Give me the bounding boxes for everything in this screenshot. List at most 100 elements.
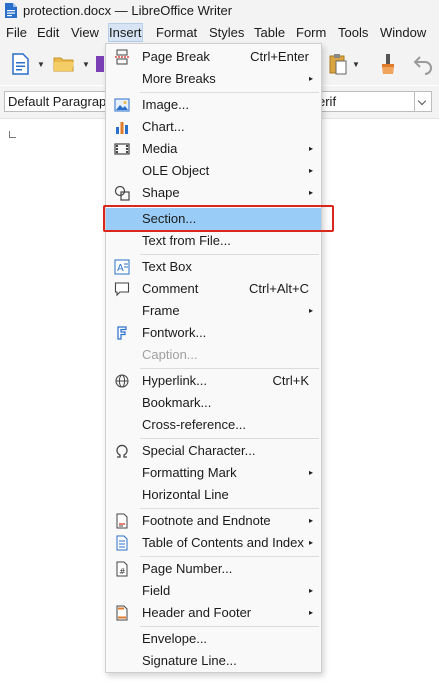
shape-icon	[114, 185, 130, 201]
menu-item-page-number[interactable]: # Page Number...	[106, 558, 321, 580]
menu-separator	[140, 556, 319, 557]
menu-item-caption: Caption...	[106, 344, 321, 366]
menu-item-label: Section...	[142, 211, 197, 226]
menu-tools[interactable]: Tools	[338, 24, 368, 41]
menu-item-envelope[interactable]: Envelope...	[106, 628, 321, 650]
menu-item-cross-reference[interactable]: Cross-reference...	[106, 414, 321, 436]
menu-item-fontwork[interactable]: Fontwork...	[106, 322, 321, 344]
open-dropdown-icon[interactable]: ▼	[82, 60, 90, 69]
menu-item-table-of-contents[interactable]: Table of Contents and Index ▸	[106, 532, 321, 554]
menu-item-footnote-and-endnote[interactable]: Footnote and Endnote ▸	[106, 510, 321, 532]
menu-item-text-from-file[interactable]: Text from File...	[106, 230, 321, 252]
font-name-dropdown-icon[interactable]	[414, 92, 431, 111]
menu-item-signature-line[interactable]: Signature Line...	[106, 650, 321, 672]
menu-file[interactable]: File	[6, 24, 27, 41]
menu-insert[interactable]: Insert	[108, 23, 143, 42]
submenu-arrow-icon: ▸	[308, 188, 313, 197]
menu-item-label: Formatting Mark	[142, 465, 237, 480]
menu-item-label: Table of Contents and Index	[142, 535, 304, 550]
save-icon[interactable]	[96, 52, 104, 76]
shortcut-label: Ctrl+Alt+C	[249, 281, 309, 296]
chart-icon	[116, 122, 128, 134]
image-icon	[114, 98, 130, 112]
menu-table[interactable]: Table	[254, 24, 285, 41]
new-dropdown-icon[interactable]: ▼	[37, 60, 45, 69]
menu-item-section[interactable]: Section...	[106, 208, 321, 230]
menu-bar: File Edit View Insert Format Styles Tabl…	[0, 22, 439, 43]
menu-item-formatting-mark[interactable]: Formatting Mark ▸	[106, 462, 321, 484]
header-footer-icon	[116, 605, 128, 621]
special-character-icon	[116, 444, 128, 458]
menu-form[interactable]: Form	[296, 24, 326, 41]
menu-item-ole-object[interactable]: OLE Object ▸	[106, 160, 321, 182]
submenu-arrow-icon: ▸	[308, 144, 313, 153]
menu-item-label: Special Character...	[142, 443, 256, 458]
menu-item-label: Chart...	[142, 119, 185, 134]
text-box-icon: A	[114, 259, 130, 275]
menu-separator	[140, 368, 319, 369]
menu-item-shape[interactable]: Shape ▸	[106, 182, 321, 204]
menu-window[interactable]: Window	[380, 24, 426, 41]
paste-dropdown-icon[interactable]: ▼	[352, 60, 360, 69]
submenu-arrow-icon: ▸	[308, 306, 313, 315]
menu-item-text-box[interactable]: A Text Box	[106, 256, 321, 278]
menu-item-horizontal-line[interactable]: Horizontal Line	[106, 484, 321, 506]
open-folder-icon[interactable]	[52, 52, 76, 76]
menu-item-media[interactable]: Media ▸	[106, 138, 321, 160]
menu-item-label: Text Box	[142, 259, 192, 274]
text-boundary-corner	[9, 131, 16, 138]
menu-item-header-and-footer[interactable]: Header and Footer ▸	[106, 602, 321, 624]
menu-item-label: OLE Object	[142, 163, 210, 178]
menu-item-label: Page Break	[142, 49, 210, 64]
menu-item-label: Bookmark...	[142, 395, 212, 410]
font-name-box[interactable]: erif	[314, 91, 432, 112]
page-number-icon: #	[116, 561, 128, 577]
footnote-icon	[116, 513, 128, 529]
submenu-arrow-icon: ▸	[308, 468, 313, 477]
menu-item-special-character[interactable]: Special Character...	[106, 440, 321, 462]
submenu-arrow-icon: ▸	[308, 516, 313, 525]
menu-item-label: Fontwork...	[142, 325, 207, 340]
menu-item-frame[interactable]: Frame ▸	[106, 300, 321, 322]
menu-view[interactable]: View	[71, 24, 99, 41]
shortcut-label: Ctrl+Enter	[250, 49, 309, 64]
paragraph-style-box[interactable]: Default Paragrap	[4, 91, 108, 112]
menu-item-label: Hyperlink...	[142, 373, 208, 388]
menu-item-page-break[interactable]: Page Break Ctrl+Enter	[106, 46, 321, 68]
menu-item-hyperlink[interactable]: Hyperlink... Ctrl+K	[106, 370, 321, 392]
menu-edit[interactable]: Edit	[37, 24, 59, 41]
writer-document-icon	[5, 3, 17, 18]
menu-item-chart[interactable]: Chart...	[106, 116, 321, 138]
menu-item-comment[interactable]: Comment Ctrl+Alt+C	[106, 278, 321, 300]
paragraph-style-value: Default Paragrap	[8, 94, 107, 109]
menu-item-image[interactable]: Image...	[106, 94, 321, 116]
hyperlink-icon	[115, 374, 129, 388]
menu-separator	[140, 508, 319, 509]
paste-icon[interactable]	[326, 52, 350, 76]
menu-item-label: Page Number...	[142, 561, 233, 576]
menu-separator	[140, 206, 319, 207]
submenu-arrow-icon: ▸	[308, 538, 313, 547]
clone-formatting-icon[interactable]	[376, 52, 400, 76]
menu-item-bookmark[interactable]: Bookmark...	[106, 392, 321, 414]
fontwork-icon	[117, 326, 127, 340]
shortcut-label: Ctrl+K	[272, 373, 309, 388]
title-bar: protection.docx — LibreOffice Writer	[0, 0, 439, 22]
new-document-icon[interactable]	[8, 52, 32, 76]
undo-icon[interactable]	[411, 52, 435, 76]
submenu-arrow-icon: ▸	[308, 608, 313, 617]
menu-item-label: Media	[142, 141, 178, 156]
menu-item-label: Signature Line...	[142, 653, 237, 668]
menu-item-label: More Breaks	[142, 71, 216, 86]
menu-item-more-breaks[interactable]: More Breaks ▸	[106, 68, 321, 90]
menu-format[interactable]: Format	[156, 24, 197, 41]
menu-item-label: Image...	[142, 97, 189, 112]
menu-separator	[140, 626, 319, 627]
comment-icon	[114, 282, 130, 297]
menu-item-label: Field	[142, 583, 171, 598]
menu-item-label: Cross-reference...	[142, 417, 247, 432]
menu-item-field[interactable]: Field ▸	[106, 580, 321, 602]
menu-separator	[140, 92, 319, 93]
menu-styles[interactable]: Styles	[209, 24, 244, 41]
svg-text:A: A	[117, 263, 124, 274]
